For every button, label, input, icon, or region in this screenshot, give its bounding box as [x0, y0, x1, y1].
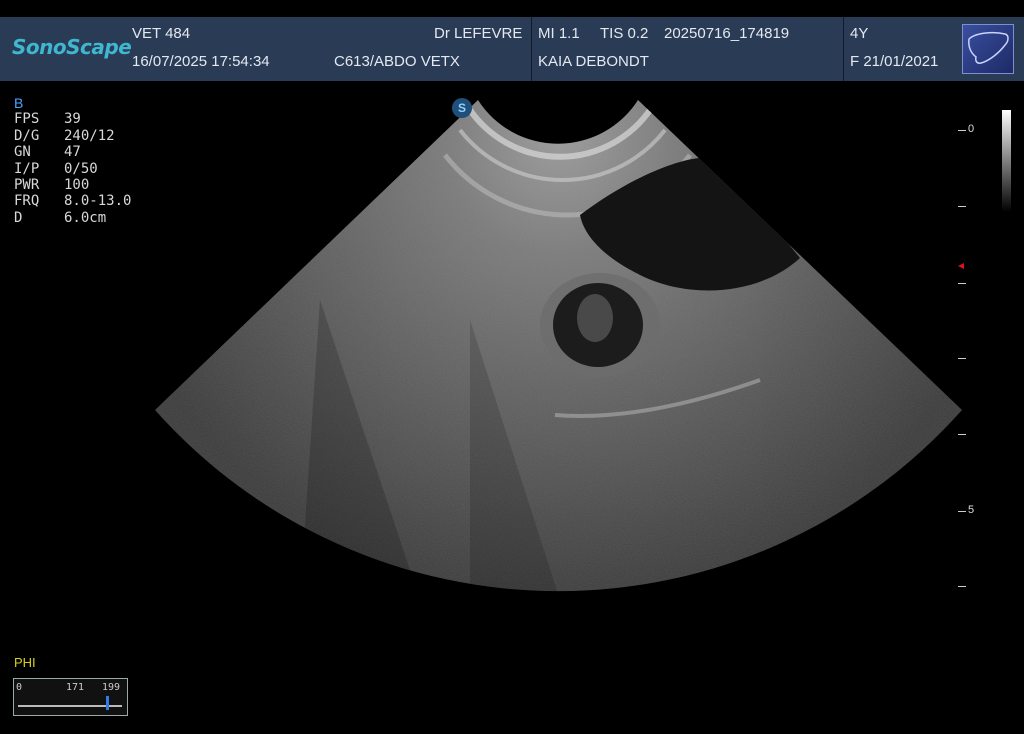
- depth-tick: [958, 130, 966, 131]
- phi-label: PHI: [14, 655, 36, 670]
- depth-tick: [958, 358, 966, 359]
- depth-tick: [958, 586, 966, 587]
- depth-tick: [958, 206, 966, 207]
- probe-orientation-marker: S: [452, 98, 472, 118]
- phi-mid: 171: [66, 682, 85, 693]
- sector-scan: [155, 100, 962, 592]
- focus-marker-icon[interactable]: [958, 263, 964, 269]
- depth-tick: [958, 434, 966, 435]
- depth-label-0: 0: [968, 123, 975, 135]
- depth-tick: [958, 511, 966, 512]
- grayscale-bar: [1002, 110, 1011, 212]
- phi-slider-handle[interactable]: [106, 696, 109, 710]
- ultrasound-image[interactable]: [0, 0, 1024, 734]
- phi-slider[interactable]: 0 171 199: [13, 678, 128, 716]
- phi-min: 0: [16, 682, 23, 693]
- phi-max: 199: [102, 682, 121, 693]
- depth-label-5: 5: [968, 504, 975, 516]
- depth-tick: [958, 283, 966, 284]
